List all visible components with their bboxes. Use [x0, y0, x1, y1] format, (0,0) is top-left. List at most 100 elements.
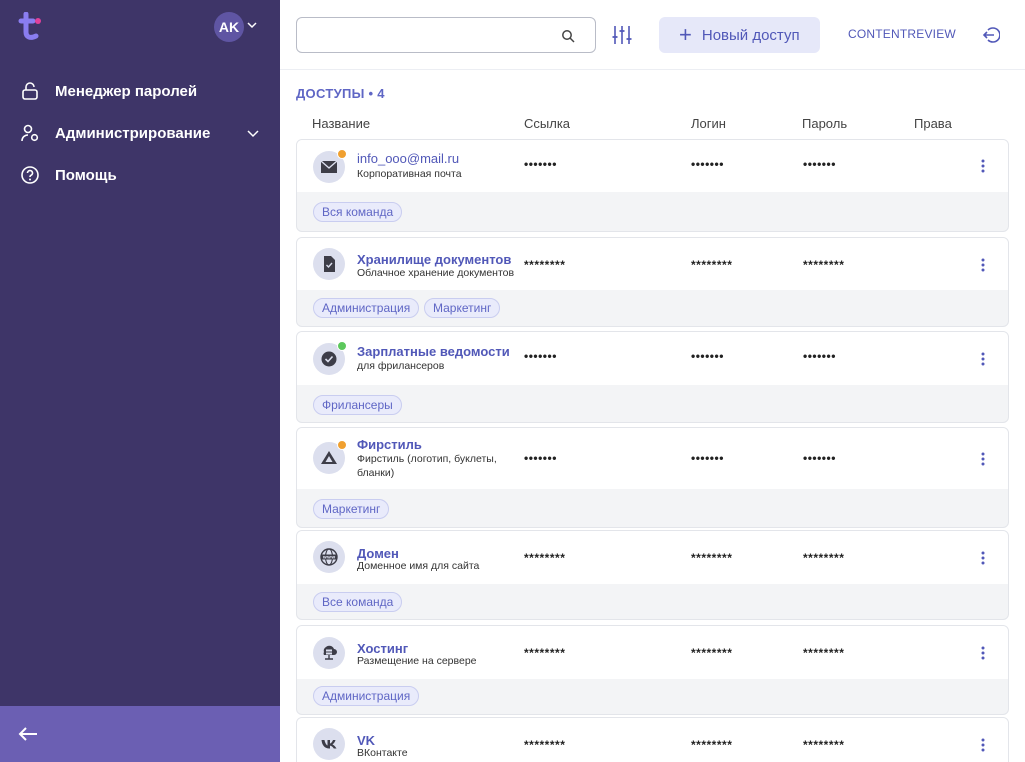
sidebar: AK Менеджер паролей Администрирование По…: [0, 0, 280, 762]
company-name[interactable]: CONTENTREVIEW: [848, 27, 956, 41]
check-badge-icon: [321, 351, 337, 367]
user-gear-icon: [21, 124, 39, 142]
password-value[interactable]: •••••••: [803, 157, 836, 171]
login-value[interactable]: ********: [691, 551, 732, 565]
logout-icon[interactable]: [982, 26, 1000, 44]
link-value[interactable]: ********: [524, 258, 565, 272]
team-tag[interactable]: Маркетинг: [424, 298, 501, 318]
vk-icon: [321, 740, 337, 749]
team-tag[interactable]: Администрация: [313, 686, 420, 706]
card-subtitle: Доменное имя для сайта: [357, 560, 480, 572]
access-card[interactable]: Зарплатные ведомости для фрилансеров •••…: [296, 331, 1009, 423]
card-icon: [313, 728, 345, 760]
password-value[interactable]: ********: [803, 258, 844, 272]
status-dot: [337, 440, 347, 450]
avatar[interactable]: AK: [214, 12, 244, 42]
password-value[interactable]: ********: [803, 646, 844, 660]
card-icon: www: [313, 541, 345, 573]
more-vertical-icon[interactable]: [981, 159, 985, 173]
server-icon: [323, 645, 337, 660]
card-subtitle: Размещение на сервере: [357, 655, 477, 667]
link-value[interactable]: ********: [524, 738, 565, 752]
www-icon: www: [320, 548, 338, 566]
card-icon: [313, 248, 345, 280]
sidebar-item-label: Администрирование: [55, 124, 211, 142]
more-vertical-icon[interactable]: [981, 551, 985, 565]
access-card[interactable]: Хостинг Размещение на сервере ******** *…: [296, 625, 1009, 715]
login-value[interactable]: •••••••: [691, 451, 724, 465]
section-title: ДОСТУПЫ • 4: [296, 86, 385, 101]
more-vertical-icon[interactable]: [981, 258, 985, 272]
column-header-name[interactable]: Название: [312, 116, 370, 131]
sidebar-item-label: Помощь: [55, 166, 117, 184]
card-subtitle: Фирстиль (логотип, буклеты, бланки): [357, 453, 497, 479]
access-card[interactable]: www Домен Доменное имя для сайта *******…: [296, 530, 1009, 620]
login-value[interactable]: ********: [691, 646, 732, 660]
search-icon[interactable]: [561, 29, 575, 43]
sidebar-item-help[interactable]: Помощь: [20, 163, 117, 187]
card-title[interactable]: Хранилище документов: [357, 252, 511, 267]
chevron-down-icon[interactable]: [246, 19, 258, 31]
chevron-down-icon[interactable]: [246, 126, 260, 140]
sidebar-item-password-manager[interactable]: Менеджер паролей: [20, 79, 197, 103]
access-card[interactable]: VK ВКонтакте ******** ******** ********: [296, 717, 1009, 762]
team-tag[interactable]: Маркетинг: [313, 499, 390, 519]
login-value[interactable]: ********: [691, 258, 732, 272]
column-header-login[interactable]: Логин: [691, 116, 726, 131]
search-input[interactable]: [307, 26, 547, 46]
arrow-left-icon: [18, 727, 37, 741]
document-icon: [324, 256, 335, 272]
password-value[interactable]: •••••••: [803, 349, 836, 363]
login-value[interactable]: •••••••: [691, 349, 724, 363]
svg-text:www: www: [323, 556, 335, 561]
password-value[interactable]: •••••••: [803, 451, 836, 465]
access-card[interactable]: Хранилище документов Облачное хранение д…: [296, 237, 1009, 327]
new-access-label: Новый доступ: [701, 26, 800, 44]
login-value[interactable]: •••••••: [691, 157, 724, 171]
column-header-link[interactable]: Ссылка: [524, 116, 570, 131]
plus-icon: +: [679, 22, 692, 47]
card-title[interactable]: Фирстиль: [357, 437, 422, 452]
card-subtitle: ВКонтакте: [357, 747, 408, 759]
card-title[interactable]: Зарплатные ведомости: [357, 344, 510, 359]
team-tag[interactable]: Администрация: [313, 298, 420, 318]
column-header-rights[interactable]: Права: [914, 116, 952, 131]
login-value[interactable]: ********: [691, 738, 732, 752]
column-header-password[interactable]: Пароль: [802, 116, 847, 131]
status-dot: [337, 341, 347, 351]
help-icon: [21, 166, 39, 184]
top-bar: + Новый доступ CONTENTREVIEW: [280, 0, 1025, 70]
lock-icon: [22, 82, 38, 100]
card-title[interactable]: info_ooo@mail.ru: [357, 151, 459, 166]
collapse-sidebar-button[interactable]: [0, 706, 280, 762]
drive-icon: [321, 451, 337, 464]
password-value[interactable]: ********: [803, 738, 844, 752]
access-card[interactable]: Фирстиль Фирстиль (логотип, буклеты, бла…: [296, 427, 1009, 528]
card-subtitle: Облачное хранение документов: [357, 267, 515, 279]
link-value[interactable]: ********: [524, 646, 565, 660]
more-vertical-icon[interactable]: [981, 646, 985, 660]
app-logo-icon[interactable]: [18, 12, 44, 42]
search-box[interactable]: [296, 17, 596, 53]
link-value[interactable]: ********: [524, 551, 565, 565]
access-card[interactable]: info_ooo@mail.ru Корпоративная почта •••…: [296, 139, 1009, 232]
team-tag[interactable]: Все команда: [313, 592, 403, 612]
card-subtitle: Корпоративная почта: [357, 168, 462, 180]
link-value[interactable]: •••••••: [524, 451, 557, 465]
card-icon: [313, 637, 345, 669]
sidebar-item-administration[interactable]: Администрирование: [20, 121, 210, 145]
card-subtitle: для фрилансеров: [357, 360, 445, 372]
filter-sliders-icon[interactable]: [611, 24, 633, 46]
password-value[interactable]: ********: [803, 551, 844, 565]
mail-icon: [320, 160, 338, 173]
status-dot: [337, 149, 347, 159]
team-tag[interactable]: Фрилансеры: [313, 395, 402, 415]
new-access-button[interactable]: + Новый доступ: [659, 17, 820, 53]
more-vertical-icon[interactable]: [981, 738, 985, 752]
link-value[interactable]: •••••••: [524, 349, 557, 363]
team-tag[interactable]: Вся команда: [313, 202, 403, 222]
link-value[interactable]: •••••••: [524, 157, 557, 171]
more-vertical-icon[interactable]: [981, 352, 985, 366]
more-vertical-icon[interactable]: [981, 452, 985, 466]
sidebar-item-label: Менеджер паролей: [55, 82, 198, 100]
